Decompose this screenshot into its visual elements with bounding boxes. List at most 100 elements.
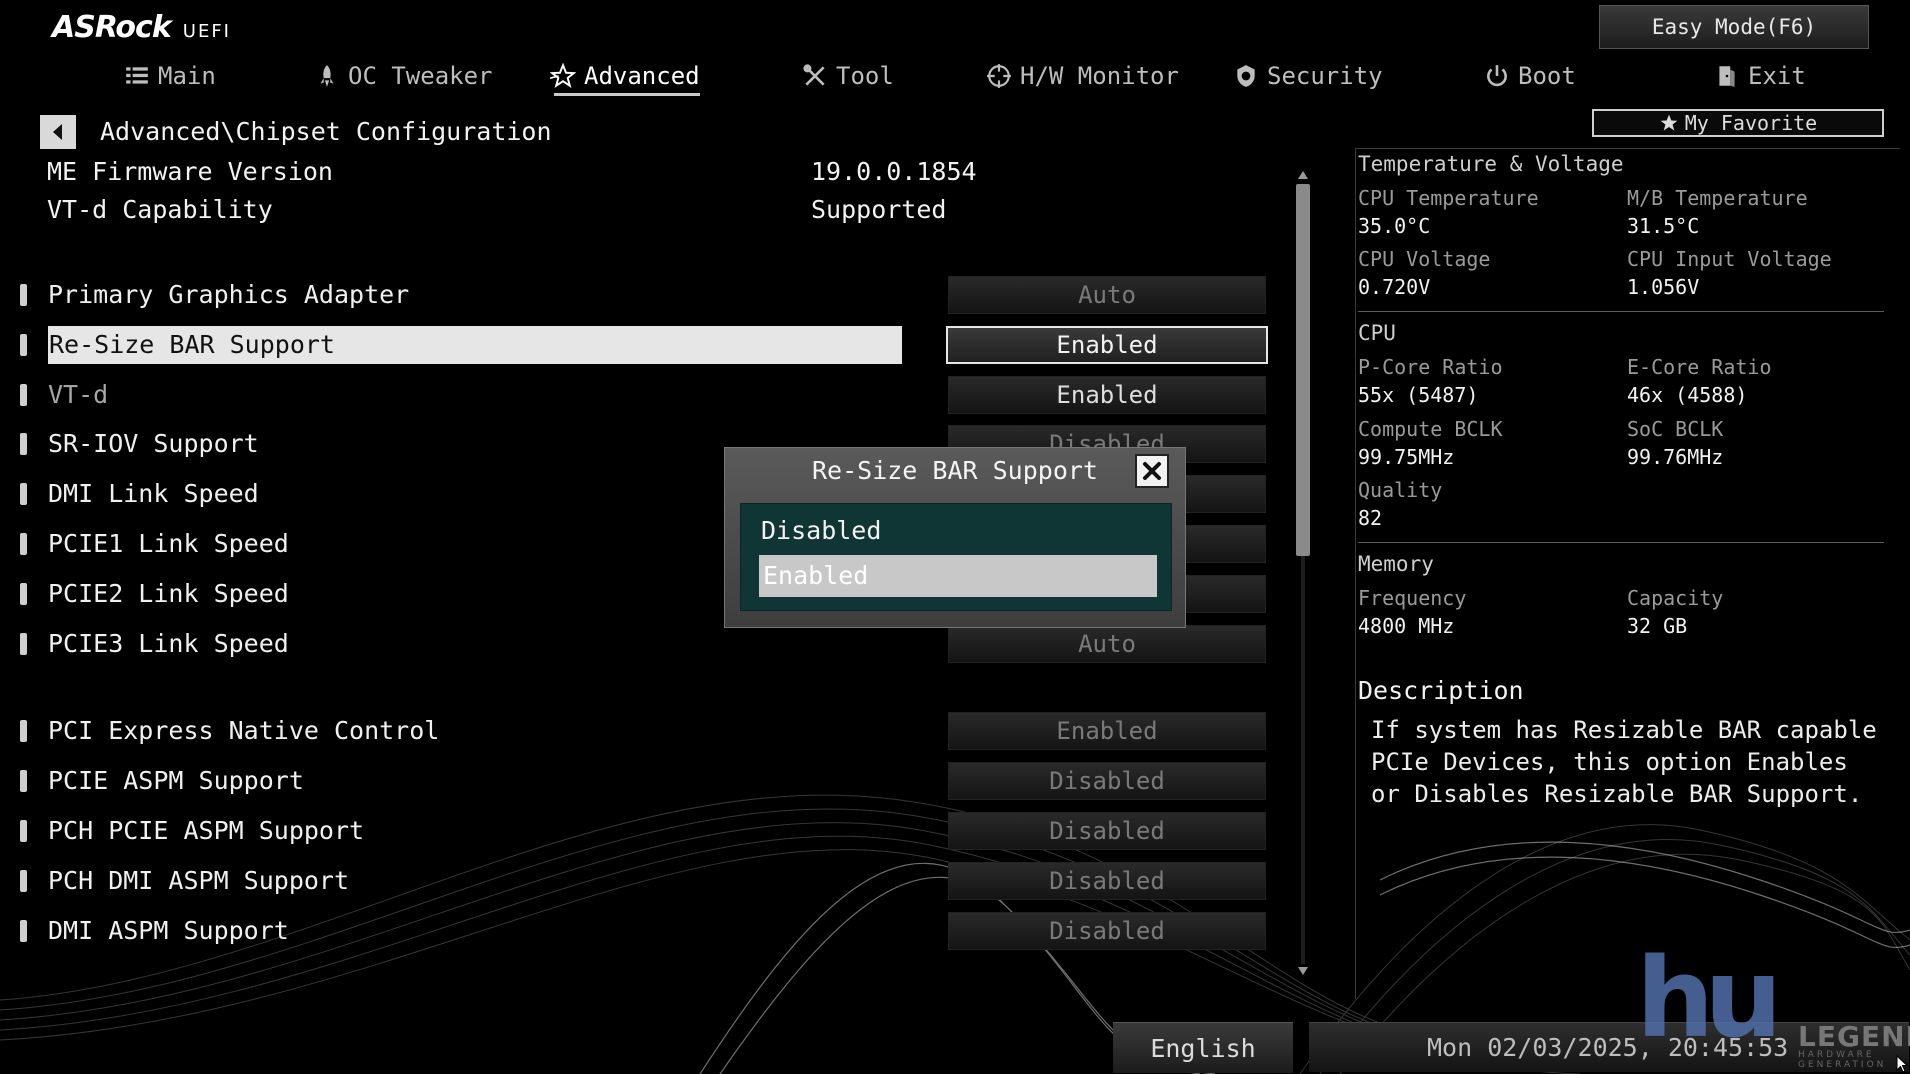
setting-pcie-aspm-support[interactable]: PCIE ASPM Support xyxy=(48,762,304,800)
setting-primary-graphics-adapter[interactable]: Primary Graphics Adapter xyxy=(48,276,409,314)
option-disabled[interactable]: Disabled xyxy=(757,510,1167,552)
memory-section-title: Memory xyxy=(1358,552,1434,576)
panel-divider xyxy=(1358,542,1884,543)
setting-dmi-link-speed[interactable]: DMI Link Speed xyxy=(48,475,259,513)
setting-pcie1-link-speed[interactable]: PCIE1 Link Speed xyxy=(48,525,289,563)
row-marker xyxy=(20,384,27,406)
setting-pcie3-link-speed[interactable]: PCIE3 Link Speed xyxy=(48,625,289,663)
setting-dmi-aspm-support-value[interactable]: Disabled xyxy=(948,912,1266,950)
temperature-voltage-title: Temperature & Voltage xyxy=(1358,152,1624,176)
watermark-tagline: HARDWARE GENERATION xyxy=(1798,1050,1887,1070)
scroll-thumb[interactable] xyxy=(1296,184,1310,556)
watermark-logo: hu xyxy=(1636,934,1783,1062)
me-firmware-version-value: 19.0.0.1854 xyxy=(811,157,977,186)
setting-pch-pcie-aspm-support[interactable]: PCH PCIE ASPM Support xyxy=(48,812,364,850)
easy-mode-button[interactable]: Easy Mode(F6) xyxy=(1599,5,1869,49)
row-marker xyxy=(20,820,27,842)
tab-oc-tweaker[interactable]: OC Tweaker xyxy=(314,56,493,96)
row-marker xyxy=(20,583,27,605)
setting-pci-express-native-control-value[interactable]: Enabled xyxy=(948,712,1266,750)
tab-security[interactable]: Security xyxy=(1233,56,1383,96)
setting-pch-dmi-aspm-support-value[interactable]: Disabled xyxy=(948,862,1266,900)
scroll-up-arrow-icon[interactable] xyxy=(1297,170,1309,180)
setting-resize-bar-support[interactable]: Re-Size BAR Support xyxy=(48,326,902,364)
cpu-voltage-label: CPU Voltage xyxy=(1358,247,1491,271)
tab-advanced[interactable]: Advanced xyxy=(550,56,700,96)
tab-tool-label: Tool xyxy=(836,62,894,90)
logo-text: ASRock xyxy=(52,10,172,45)
active-tab-underline xyxy=(554,93,700,96)
back-button[interactable] xyxy=(40,115,76,149)
cpu-temperature-label: CPU Temperature xyxy=(1358,186,1539,210)
row-marker xyxy=(20,770,27,792)
logo-uefi: UEFI xyxy=(182,21,231,42)
cpu-section-title: CPU xyxy=(1358,321,1396,345)
setting-pch-dmi-aspm-support[interactable]: PCH DMI ASPM Support xyxy=(48,862,349,900)
setting-resize-bar-support-value[interactable]: Enabled xyxy=(946,326,1268,364)
tab-tool[interactable]: Tool xyxy=(802,56,894,96)
cpu-input-voltage-label: CPU Input Voltage xyxy=(1627,247,1832,271)
my-favorite-button[interactable]: My Favorite xyxy=(1592,109,1884,137)
row-marker xyxy=(20,334,27,356)
vtd-capability-label: VT-d Capability xyxy=(47,195,273,224)
back-arrow-icon xyxy=(53,124,62,140)
rocket-icon xyxy=(320,65,334,87)
pcore-ratio-label: P-Core Ratio xyxy=(1358,355,1503,379)
mouse-cursor-icon xyxy=(1896,1055,1908,1073)
watermark-brand: LEGEND xyxy=(1798,1020,1910,1053)
tab-advanced-label: Advanced xyxy=(584,62,700,90)
setting-dmi-aspm-support[interactable]: DMI ASPM Support xyxy=(48,912,289,950)
option-enabled[interactable]: Enabled xyxy=(759,555,1157,597)
description-title: Description xyxy=(1358,676,1524,705)
ecore-ratio-label: E-Core Ratio xyxy=(1627,355,1772,379)
tab-boot-label: Boot xyxy=(1518,62,1576,90)
tab-security-label: Security xyxy=(1267,62,1383,90)
soc-bclk-label: SoC BCLK xyxy=(1627,417,1724,441)
tab-main-label: Main xyxy=(158,62,216,90)
setting-vtd-value[interactable]: Enabled xyxy=(948,376,1266,414)
favorite-star-icon xyxy=(1660,114,1678,131)
row-marker xyxy=(20,870,27,892)
tab-exit[interactable]: Exit xyxy=(1714,56,1806,96)
setting-pcie2-link-speed[interactable]: PCIE2 Link Speed xyxy=(48,575,289,613)
setting-pcie-aspm-support-value[interactable]: Disabled xyxy=(948,762,1266,800)
tab-boot[interactable]: Boot xyxy=(1484,56,1576,96)
cpu-input-voltage-value: 1.056V xyxy=(1627,275,1700,299)
tab-oc-tweaker-label: OC Tweaker xyxy=(348,62,493,90)
row-marker xyxy=(20,633,27,655)
scroll-down-arrow-icon[interactable] xyxy=(1297,966,1309,976)
dialog-option-list: Disabled Enabled xyxy=(740,503,1172,611)
list-icon xyxy=(126,67,148,84)
shield-icon xyxy=(1237,65,1255,87)
cpu-voltage-value: 0.720V xyxy=(1358,275,1431,299)
pcore-ratio-value: 55x (5487) xyxy=(1358,383,1479,407)
setting-pcie3-link-speed-value[interactable]: Auto xyxy=(948,625,1266,663)
star-icon xyxy=(550,63,576,89)
row-marker xyxy=(20,920,27,942)
cpu-temperature-value: 35.0°C xyxy=(1358,214,1431,238)
asrock-logo: ASRock UEFI xyxy=(52,10,231,45)
crosshair-icon xyxy=(987,64,1011,88)
tab-hw-monitor[interactable]: H/W Monitor xyxy=(986,56,1179,96)
breadcrumb: Advanced\Chipset Configuration xyxy=(100,117,552,146)
tab-main[interactable]: Main xyxy=(124,56,216,96)
tab-hw-monitor-label: H/W Monitor xyxy=(1020,62,1179,90)
panel-divider xyxy=(1358,311,1884,312)
my-favorite-label: My Favorite xyxy=(1684,111,1818,135)
description-text: If system has Resizable BAR capable PCIe… xyxy=(1371,716,1877,808)
setting-pci-express-native-control[interactable]: PCI Express Native Control xyxy=(48,712,439,750)
row-marker xyxy=(20,284,27,306)
mb-temperature-value: 31.5°C xyxy=(1627,214,1700,238)
soc-bclk-value: 99.76MHz xyxy=(1627,445,1724,469)
settings-scrollbar[interactable] xyxy=(1296,170,1310,980)
compute-bclk-value: 99.75MHz xyxy=(1358,445,1455,469)
quality-value: 82 xyxy=(1358,506,1383,530)
setting-primary-graphics-adapter-value[interactable]: Auto xyxy=(948,276,1266,314)
language-button[interactable]: English xyxy=(1113,1022,1293,1073)
setting-pch-pcie-aspm-support-value[interactable]: Disabled xyxy=(948,812,1266,850)
dialog-close-button[interactable] xyxy=(1135,454,1169,488)
ecore-ratio-value: 46x (4588) xyxy=(1627,383,1748,407)
setting-vtd[interactable]: VT-d xyxy=(48,376,108,414)
setting-sr-iov-support[interactable]: SR-IOV Support xyxy=(48,425,259,463)
row-marker xyxy=(20,433,27,455)
